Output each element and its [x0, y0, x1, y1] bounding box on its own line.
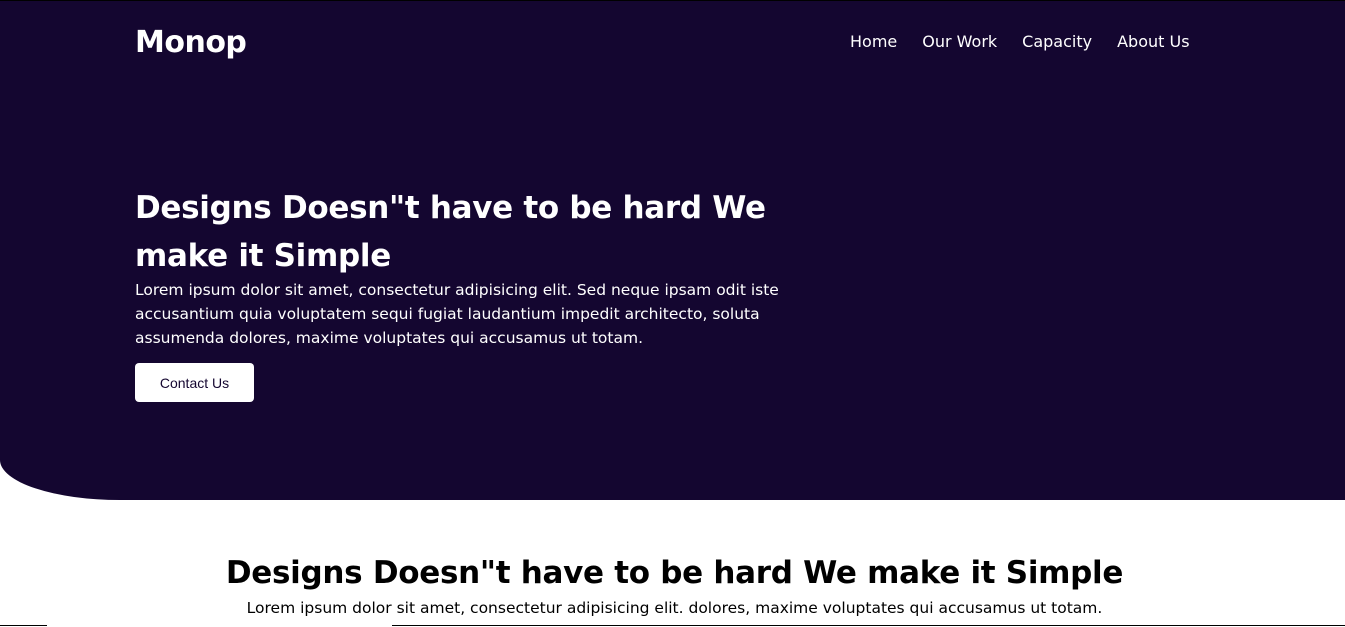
nav-item-home[interactable]: Home — [850, 32, 897, 51]
section-description: Lorem ipsum dolor sit amet, consectetur … — [246, 599, 1103, 617]
section-title: Designs Doesn"t have to be hard We make … — [225, 555, 1124, 591]
nav-item-capacity[interactable]: Capacity — [1022, 32, 1092, 51]
hero-title: Designs Doesn"t have to be hard We make … — [135, 190, 766, 274]
nav-item-about-us[interactable]: About Us — [1117, 32, 1189, 51]
divider-left — [0, 625, 47, 626]
divider-right — [392, 625, 1345, 626]
main-nav: Home Our Work Capacity About Us — [850, 32, 1190, 51]
logo[interactable]: Monop — [135, 25, 247, 60]
hero-section: Monop Home Our Work Capacity About Us De… — [0, 0, 1345, 500]
hero-description: Lorem ipsum dolor sit amet, consectetur … — [135, 281, 779, 347]
contact-us-button[interactable]: Contact Us — [135, 363, 254, 402]
nav-item-our-work[interactable]: Our Work — [922, 32, 997, 51]
